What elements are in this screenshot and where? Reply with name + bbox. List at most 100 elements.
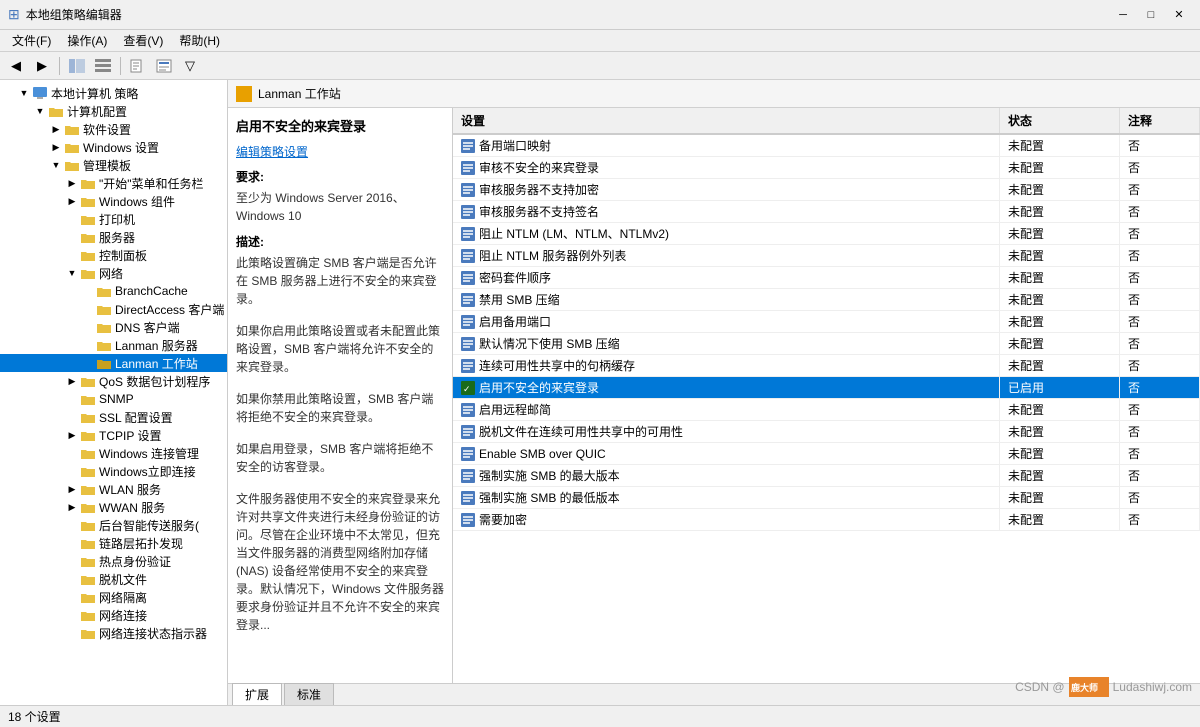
tree-item-win-instant[interactable]: Windows立即连接 <box>0 462 227 480</box>
tree-item-start-menu[interactable]: ▶ "开始"菜单和任务栏 <box>0 174 227 192</box>
settings-cell-note: 否 <box>1120 267 1200 288</box>
table-row[interactable]: 默认情况下使用 SMB 压缩未配置否 <box>453 333 1200 355</box>
tree-item-dns[interactable]: DNS 客户端 <box>0 318 227 336</box>
table-row[interactable]: 连续可用性共享中的句柄缓存未配置否 <box>453 355 1200 377</box>
settings-cell-name: 启用备用端口 <box>453 311 1000 332</box>
tree-item-branchcache[interactable]: BranchCache <box>0 282 227 300</box>
settings-cell-name: 强制实施 SMB 的最低版本 <box>453 487 1000 508</box>
tree-item-win-components[interactable]: ▶ Windows 组件 <box>0 192 227 210</box>
tree-item-qos[interactable]: ▶ QoS 数据包计划程序 <box>0 372 227 390</box>
table-row[interactable]: 密码套件顺序未配置否 <box>453 267 1200 289</box>
tree-item-admin-templates[interactable]: ▼ 管理模板 <box>0 156 227 174</box>
table-row[interactable]: 需要加密未配置否 <box>453 509 1200 531</box>
tree-item-software[interactable]: ▶ 软件设置 <box>0 120 227 138</box>
expand-qos[interactable]: ▶ <box>64 373 80 389</box>
prop-button[interactable] <box>152 55 176 77</box>
expand-software[interactable]: ▶ <box>48 121 64 137</box>
expand-network[interactable]: ▼ <box>64 265 80 281</box>
header-status[interactable]: 状态 <box>1000 108 1120 133</box>
settings-cell-status: 未配置 <box>1000 201 1120 222</box>
menu-item-H[interactable]: 帮助(H) <box>171 30 228 51</box>
expand-wlan[interactable]: ▶ <box>64 481 80 497</box>
table-row[interactable]: 启用备用端口未配置否 <box>453 311 1200 333</box>
table-row[interactable]: 阻止 NTLM 服务器例外列表未配置否 <box>453 245 1200 267</box>
menu-item-V[interactable]: 查看(V) <box>115 30 171 51</box>
table-row[interactable]: 禁用 SMB 压缩未配置否 <box>453 289 1200 311</box>
tree-item-lanman-server[interactable]: Lanman 服务器 <box>0 336 227 354</box>
show-hide-button[interactable] <box>65 55 89 77</box>
tree-item-wwan[interactable]: ▶ WWAN 服务 <box>0 498 227 516</box>
minimize-button[interactable]: ─ <box>1110 5 1136 25</box>
tree-item-computer-config[interactable]: ▼ 计算机配置 <box>0 102 227 120</box>
table-row[interactable]: Enable SMB over QUIC未配置否 <box>453 443 1200 465</box>
table-row[interactable]: ✓启用不安全的来宾登录已启用否 <box>453 377 1200 399</box>
folder-icon-bc <box>96 284 112 298</box>
tree-item-windows-settings[interactable]: ▶ Windows 设置 <box>0 138 227 156</box>
table-row[interactable]: 备用端口映射未配置否 <box>453 135 1200 157</box>
table-row[interactable]: 强制实施 SMB 的最大版本未配置否 <box>453 465 1200 487</box>
tree-item-printer[interactable]: 打印机 <box>0 210 227 228</box>
folder-icon-wwan <box>80 500 96 514</box>
toolbar-separator-2 <box>120 57 121 75</box>
settings-cell-note: 否 <box>1120 179 1200 200</box>
back-button[interactable]: ◀ <box>4 55 28 77</box>
expand-computer[interactable]: ▼ <box>32 103 48 119</box>
isolation-label: 网络隔离 <box>99 589 147 606</box>
header-note[interactable]: 注释 <box>1120 108 1200 133</box>
tree-item-server[interactable]: 服务器 <box>0 228 227 246</box>
tab-standard[interactable]: 标准 <box>284 683 334 705</box>
tree-item-hotspot[interactable]: 热点身份验证 <box>0 552 227 570</box>
table-row[interactable]: 强制实施 SMB 的最低版本未配置否 <box>453 487 1200 509</box>
tree-item-net-conn[interactable]: 网络连接 <box>0 606 227 624</box>
tree-item-offline[interactable]: 脱机文件 <box>0 570 227 588</box>
table-row[interactable]: 脱机文件在连续可用性共享中的可用性未配置否 <box>453 421 1200 443</box>
table-row[interactable]: 审核服务器不支持加密未配置否 <box>453 179 1200 201</box>
desc-text-4: 如果启用登录，SMB 客户端将拒绝不安全的访客登录。 <box>236 440 444 476</box>
expand-wwan[interactable]: ▶ <box>64 499 80 515</box>
tree-item-tcpip[interactable]: ▶ TCPIP 设置 <box>0 426 227 444</box>
close-button[interactable]: ✕ <box>1166 5 1192 25</box>
tree-item-lanman-workstation[interactable]: Lanman 工作站 <box>0 354 227 372</box>
tree-item-win-conn[interactable]: Windows 连接管理 <box>0 444 227 462</box>
tree-item-net-status[interactable]: 网络连接状态指示器 <box>0 624 227 642</box>
settings-cell-status: 未配置 <box>1000 245 1120 266</box>
tree-item-snmp[interactable]: SNMP <box>0 390 227 408</box>
maximize-button[interactable]: □ <box>1138 5 1164 25</box>
tree-item-ssl[interactable]: SSL 配置设置 <box>0 408 227 426</box>
expand-windows-settings[interactable]: ▶ <box>48 139 64 155</box>
tree-item-network[interactable]: ▼ 网络 <box>0 264 227 282</box>
table-row[interactable]: 启用远程邮简未配置否 <box>453 399 1200 421</box>
folder-icon-wi <box>80 464 96 478</box>
expand-wincomp[interactable]: ▶ <box>64 193 80 209</box>
settings-cell-name: 阻止 NTLM 服务器例外列表 <box>453 245 1000 266</box>
tree-item-root[interactable]: ▼ 本地计算机 策略 <box>0 84 227 102</box>
tree-item-wlan[interactable]: ▶ WLAN 服务 <box>0 480 227 498</box>
tree-item-link-layer[interactable]: 链路层拓扑发现 <box>0 534 227 552</box>
table-row[interactable]: 审核服务器不支持签名未配置否 <box>453 201 1200 223</box>
forward-button[interactable]: ▶ <box>30 55 54 77</box>
table-row[interactable]: 审核不安全的来宾登录未配置否 <box>453 157 1200 179</box>
tree-item-bg-transfer[interactable]: 后台智能传送服务( <box>0 516 227 534</box>
new-button[interactable] <box>126 55 150 77</box>
edit-policy-link[interactable]: 编辑编辑策略设置策略设置 <box>236 145 308 159</box>
policy-icon <box>461 359 475 373</box>
expand-tcpip[interactable]: ▶ <box>64 427 80 443</box>
table-row[interactable]: 阻止 NTLM (LM、NTLM、NTLMv2)未配置否 <box>453 223 1200 245</box>
menu-item-A[interactable]: 操作(A) <box>59 30 115 51</box>
expand-start[interactable]: ▶ <box>64 175 80 191</box>
tab-expand[interactable]: 扩展 <box>232 683 282 705</box>
tree-item-isolation[interactable]: 网络隔离 <box>0 588 227 606</box>
expand-root[interactable]: ▼ <box>16 85 32 101</box>
header-setting[interactable]: 设置 <box>453 108 1000 133</box>
settings-cell-status: 未配置 <box>1000 443 1120 464</box>
menu-item-F[interactable]: 文件(F) <box>4 30 59 51</box>
software-label: 软件设置 <box>83 121 131 138</box>
tree-item-control-panel[interactable]: 控制面板 <box>0 246 227 264</box>
view-button[interactable] <box>91 55 115 77</box>
tree-item-directaccess[interactable]: DirectAccess 客户端 <box>0 300 227 318</box>
policy-icon <box>461 447 475 461</box>
folder-icon-start <box>80 176 96 190</box>
expand-admin[interactable]: ▼ <box>48 157 64 173</box>
filter-button[interactable]: ▽ <box>178 55 202 77</box>
content-area: 启用不安全的来宾登录 编辑编辑策略设置策略设置 要求: 至少为 Windows … <box>228 108 1200 683</box>
